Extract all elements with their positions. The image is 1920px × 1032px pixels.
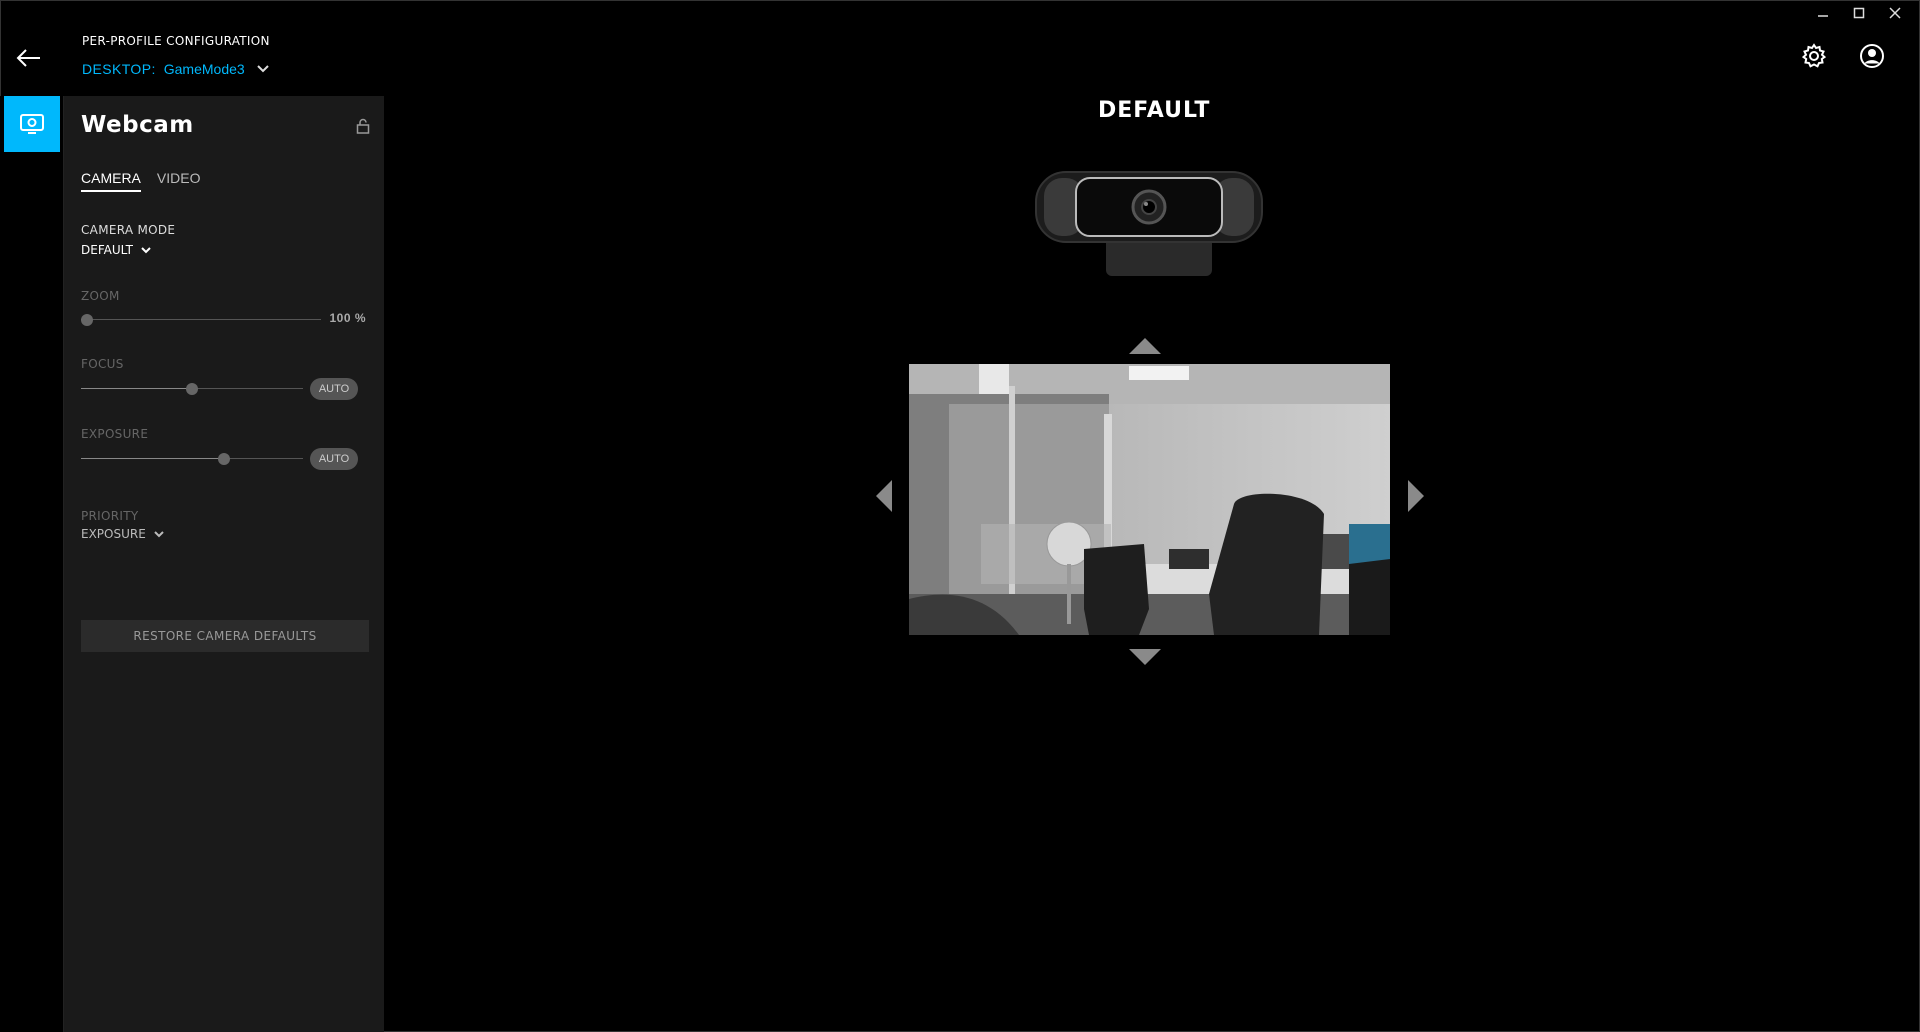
- camera-preview-image: [909, 364, 1390, 635]
- webcam-product-image: [1035, 171, 1263, 276]
- priority-dropdown[interactable]: EXPOSURE: [81, 527, 164, 541]
- focus-slider-fill: [81, 388, 192, 389]
- focus-slider[interactable]: [81, 383, 303, 395]
- account-button[interactable]: [1858, 42, 1886, 70]
- zoom-slider-track: [81, 319, 321, 320]
- camera-mode-label: CAMERA MODE: [81, 223, 176, 237]
- priority-label: PRIORITY: [81, 509, 139, 523]
- chevron-down-icon: [256, 65, 269, 73]
- exposure-auto-button[interactable]: AUTO: [310, 448, 358, 470]
- maximize-button[interactable]: [1852, 6, 1866, 20]
- zoom-slider[interactable]: [81, 314, 321, 326]
- zoom-label: ZOOM: [81, 289, 120, 303]
- lock-button[interactable]: [356, 118, 372, 134]
- panel-tabs: CAMERA VIDEO: [81, 170, 200, 192]
- chevron-down-icon: [141, 246, 151, 253]
- camera-mode-title: DEFAULT: [1098, 98, 1211, 123]
- page-title: PER-PROFILE CONFIGURATION: [82, 34, 270, 48]
- window-controls: [1816, 6, 1902, 20]
- camera-mode-value: DEFAULT: [81, 243, 133, 257]
- zoom-slider-knob[interactable]: [81, 314, 93, 326]
- camera-mode-dropdown[interactable]: DEFAULT: [81, 243, 151, 257]
- profile-selector[interactable]: DESKTOP: GameMode3: [82, 61, 269, 77]
- top-icons: [1800, 42, 1886, 70]
- tab-camera[interactable]: CAMERA: [81, 170, 141, 192]
- settings-button[interactable]: [1800, 42, 1828, 70]
- back-arrow-icon: [16, 49, 40, 67]
- user-icon: [1860, 44, 1884, 68]
- panel-title: Webcam: [81, 112, 194, 138]
- webcam-icon: [20, 114, 44, 134]
- profile-name: GameMode3: [163, 61, 245, 77]
- focus-auto-button[interactable]: AUTO: [310, 378, 358, 400]
- tab-video[interactable]: VIDEO: [157, 170, 201, 192]
- minimize-icon: [1818, 15, 1828, 17]
- focus-label: FOCUS: [81, 357, 124, 371]
- maximize-icon: [1853, 7, 1865, 19]
- exposure-label: EXPOSURE: [81, 427, 149, 441]
- back-button[interactable]: [16, 48, 46, 72]
- exposure-slider-fill: [81, 458, 224, 459]
- minimize-button[interactable]: [1816, 6, 1830, 20]
- focus-slider-knob[interactable]: [186, 383, 198, 395]
- settings-panel: Webcam CAMERA VIDEO CAMERA MODE DEFAULT …: [64, 96, 384, 1032]
- chevron-down-icon: [154, 530, 164, 537]
- close-icon: [1889, 7, 1901, 19]
- pan-left-arrow-icon[interactable]: [876, 480, 892, 512]
- tilt-up-arrow-icon[interactable]: [1129, 338, 1161, 354]
- camera-preview: [909, 364, 1390, 635]
- tilt-down-arrow-icon[interactable]: [1129, 649, 1161, 665]
- profile-prefix: DESKTOP:: [82, 61, 156, 77]
- device-rail: [0, 96, 64, 1032]
- rail-item-webcam[interactable]: [4, 96, 60, 152]
- gear-icon: [1801, 43, 1827, 68]
- priority-value: EXPOSURE: [81, 527, 146, 541]
- pan-right-arrow-icon[interactable]: [1408, 480, 1424, 512]
- unlock-icon: [356, 118, 370, 134]
- exposure-slider-knob[interactable]: [218, 453, 230, 465]
- exposure-slider[interactable]: [81, 453, 303, 465]
- close-button[interactable]: [1888, 6, 1902, 20]
- restore-defaults-button[interactable]: RESTORE CAMERA DEFAULTS: [81, 620, 369, 652]
- zoom-value: 100 %: [329, 311, 366, 325]
